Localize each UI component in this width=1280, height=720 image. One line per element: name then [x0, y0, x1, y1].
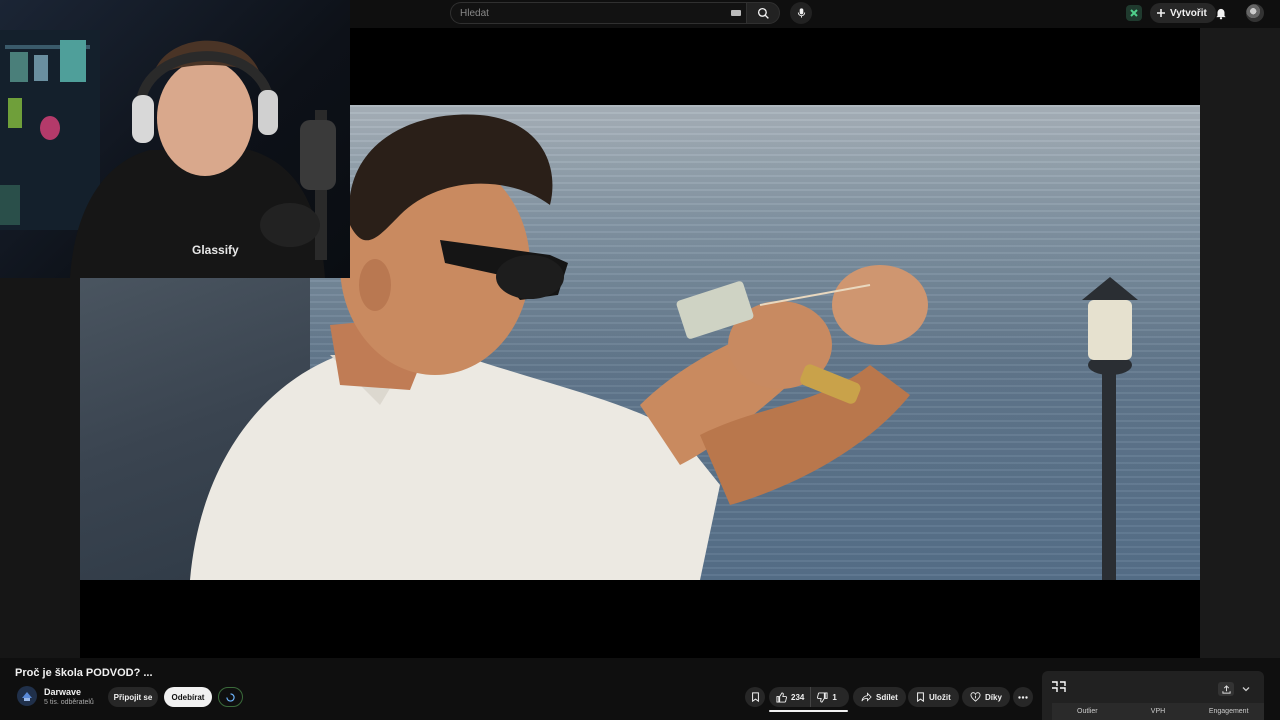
spinner-icon [226, 692, 235, 702]
channel-name[interactable]: Darwave [44, 687, 81, 697]
bookmark-icon [917, 692, 924, 702]
heart-dollar-icon [970, 692, 981, 702]
streamer-figure [0, 30, 336, 278]
more-actions-button[interactable] [1013, 687, 1033, 707]
thanks-label: Díky [985, 692, 1002, 702]
join-button[interactable]: Připojit se [108, 687, 158, 707]
channel-avatar[interactable] [17, 686, 37, 706]
export-icon[interactable] [1218, 682, 1234, 696]
dislike-button[interactable]: 1 [811, 687, 842, 707]
keyboard-icon[interactable] [731, 10, 741, 16]
bell-icon[interactable] [1214, 6, 1228, 20]
shirt-logo: Glassify [192, 243, 239, 257]
subscribe-button[interactable]: Odebírat [164, 687, 212, 707]
like-count: 234 [791, 692, 805, 702]
voice-search-button[interactable] [790, 2, 812, 24]
thanks-button[interactable]: Díky [962, 687, 1010, 707]
column-engagement: Engagement [1208, 708, 1249, 715]
loading-indicator [218, 687, 243, 707]
share-label: Sdílet [876, 692, 898, 702]
dislike-count: 1 [832, 692, 837, 702]
search-button[interactable] [746, 2, 780, 24]
create-label: Vytvořit [1170, 7, 1207, 19]
like-dislike-group: 234 1 [769, 687, 849, 707]
webcam-overlay: Glassify [0, 0, 350, 278]
save-label: Uložit [929, 692, 951, 702]
mic-icon [797, 8, 805, 18]
like-progress-bar [769, 710, 848, 712]
search-icon [757, 7, 769, 19]
extension-metrics-header: Outlier VPH Engagement [1052, 703, 1264, 720]
extension-logo-icon [1052, 681, 1066, 692]
plus-icon [1157, 9, 1165, 17]
watch-later-button[interactable] [745, 687, 765, 707]
column-vph: VPH [1150, 708, 1166, 715]
video-title: Proč je škola PODVOD? ... [15, 667, 153, 679]
like-button[interactable]: 234 [769, 687, 812, 707]
search-input[interactable] [450, 2, 746, 24]
chevron-down-icon[interactable] [1240, 683, 1252, 695]
street-lamp-figure [1082, 277, 1138, 580]
user-avatar[interactable] [1246, 4, 1264, 22]
share-icon [861, 692, 872, 702]
save-button[interactable]: Uložit [908, 687, 959, 707]
right-backdrop [1200, 28, 1280, 658]
analytics-extension-panel: Outlier VPH Engagement [1042, 671, 1264, 720]
search-box [450, 2, 780, 24]
extension-icon[interactable] [1126, 5, 1142, 21]
column-outlier: Outlier [1077, 708, 1098, 715]
share-button[interactable]: Sdílet [853, 687, 906, 707]
more-icon [1018, 695, 1028, 699]
like-icon [776, 691, 787, 703]
subscriber-count: 5 tis. odběratelů [44, 699, 94, 706]
bookmark-icon [751, 692, 759, 702]
dislike-icon [817, 691, 828, 703]
create-button[interactable]: Vytvořit [1150, 3, 1216, 23]
